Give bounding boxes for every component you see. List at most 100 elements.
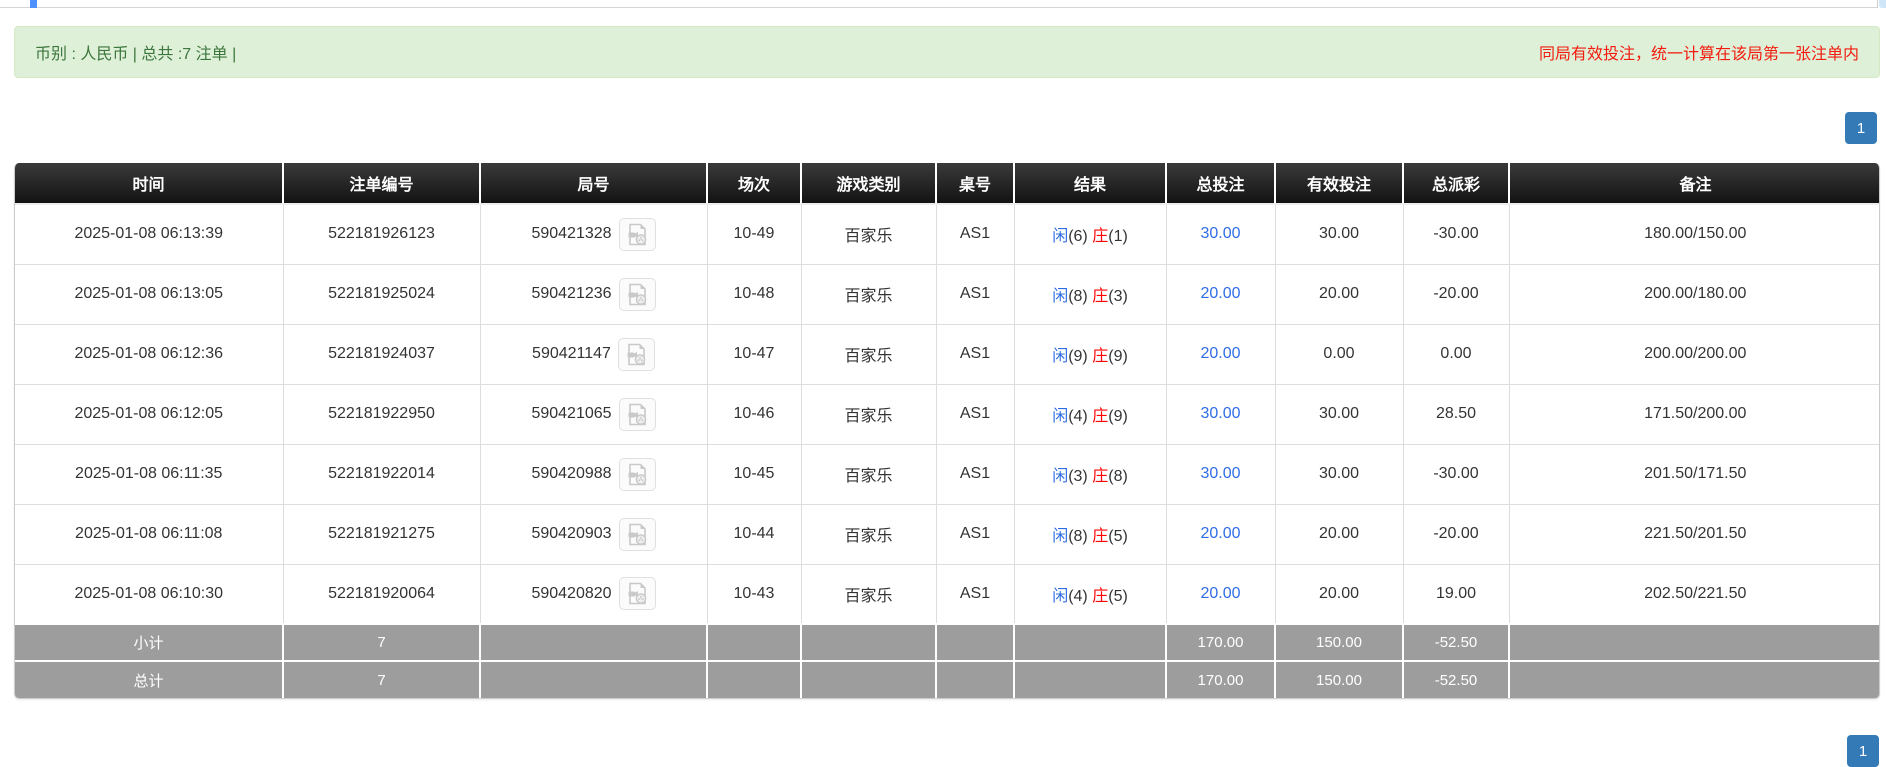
valid-bet-cell: 20.00 — [1275, 504, 1403, 564]
round-no-cell: 590420988 — [480, 444, 707, 504]
player-result-points: (8) — [1068, 288, 1088, 305]
round-no-value: 590421328 — [531, 225, 611, 243]
bet-no-cell: 522181920064 — [283, 564, 480, 624]
payout-cell: -20.00 — [1403, 264, 1509, 324]
total-bet-link[interactable]: 30.00 — [1200, 405, 1240, 422]
total-row: 总计 7 170.00 150.00 -52.50 — [15, 661, 1880, 698]
bet-no-cell: 522181926123 — [283, 204, 480, 264]
valid-bet-cell: 30.00 — [1275, 444, 1403, 504]
banker-result-points: (8) — [1108, 468, 1128, 485]
result-cell: 闲(9) 庄(9) — [1014, 324, 1166, 384]
pagination-page-button-bottom[interactable]: 1 — [1847, 735, 1879, 767]
banker-result-label: 庄 — [1092, 288, 1108, 305]
bet-no-cell: 522181922950 — [283, 384, 480, 444]
time-cell: 2025-01-08 06:10:30 — [15, 564, 283, 624]
banker-result-points: (5) — [1108, 588, 1128, 605]
total-bet-cell: 30.00 — [1166, 444, 1275, 504]
time-cell: 2025-01-08 06:11:35 — [15, 444, 283, 504]
player-result-label: 闲 — [1052, 528, 1068, 545]
round-replay-button[interactable] — [619, 458, 656, 491]
round-replay-button[interactable] — [619, 518, 656, 551]
round-no-cell: 590421065 — [480, 384, 707, 444]
session-cell: 10-47 — [707, 324, 801, 384]
table-row: 2025-01-08 06:13:05 522181925024 5904212… — [15, 264, 1880, 324]
table-no-cell: AS1 — [936, 444, 1014, 504]
banker-result-points: (5) — [1108, 528, 1128, 545]
subtotal-label: 小计 — [15, 624, 283, 661]
total-bet-cell: 20.00 — [1166, 264, 1275, 324]
table-row: 2025-01-08 06:12:36 522181924037 5904211… — [15, 324, 1880, 384]
round-no-cell: 590421328 — [480, 204, 707, 264]
game-type-cell: 百家乐 — [801, 204, 936, 264]
player-result-points: (3) — [1068, 468, 1088, 485]
total-bet-link[interactable]: 30.00 — [1200, 225, 1240, 242]
session-cell: 10-45 — [707, 444, 801, 504]
player-result-label: 闲 — [1052, 408, 1068, 425]
bet-no-cell: 522181921275 — [283, 504, 480, 564]
total-bet-link[interactable]: 20.00 — [1200, 285, 1240, 302]
game-type-cell: 百家乐 — [801, 384, 936, 444]
round-replay-button[interactable] — [619, 398, 656, 431]
scrollbar-corner — [1879, 0, 1886, 8]
bet-no-cell: 522181922014 — [283, 444, 480, 504]
banker-result-label: 庄 — [1092, 528, 1108, 545]
table-row: 2025-01-08 06:12:05 522181922950 5904210… — [15, 384, 1880, 444]
table-row: 2025-01-08 06:10:30 522181920064 5904208… — [15, 564, 1880, 624]
time-cell: 2025-01-08 06:13:39 — [15, 204, 283, 264]
banker-result-label: 庄 — [1092, 348, 1108, 365]
remark-cell: 171.50/200.00 — [1509, 384, 1880, 444]
video-film-icon — [626, 403, 649, 426]
session-cell: 10-44 — [707, 504, 801, 564]
remark-cell: 200.00/180.00 — [1509, 264, 1880, 324]
banker-result-points: (9) — [1108, 348, 1128, 365]
banker-result-label: 庄 — [1092, 468, 1108, 485]
table-no-cell: AS1 — [936, 324, 1014, 384]
total-bet-cell: 20.00 — [1166, 504, 1275, 564]
video-film-icon — [626, 283, 649, 306]
round-no-value: 590421147 — [532, 345, 611, 363]
table-row: 2025-01-08 06:11:08 522181921275 5904209… — [15, 504, 1880, 564]
summary-alert-bar: 币别 : 人民币 | 总共 :7 注单 | 同局有效投注，统一计算在该局第一张注… — [14, 26, 1880, 78]
time-cell: 2025-01-08 06:12:36 — [15, 324, 283, 384]
total-bet-link[interactable]: 20.00 — [1200, 585, 1240, 602]
total-label: 总计 — [15, 661, 283, 698]
player-result-points: (4) — [1068, 588, 1088, 605]
banker-result-label: 庄 — [1092, 588, 1108, 605]
result-cell: 闲(4) 庄(9) — [1014, 384, 1166, 444]
valid-bet-cell: 30.00 — [1275, 384, 1403, 444]
round-replay-button[interactable] — [618, 338, 655, 371]
banker-result-points: (3) — [1108, 288, 1128, 305]
round-replay-button[interactable] — [619, 218, 656, 251]
valid-bet-cell: 20.00 — [1275, 264, 1403, 324]
total-bet-link[interactable]: 20.00 — [1200, 525, 1240, 542]
table-row: 2025-01-08 06:11:35 522181922014 5904209… — [15, 444, 1880, 504]
video-film-icon — [626, 463, 649, 486]
remark-cell: 202.50/221.50 — [1509, 564, 1880, 624]
col-header-session: 场次 — [707, 163, 801, 204]
round-no-cell: 590420820 — [480, 564, 707, 624]
session-cell: 10-46 — [707, 384, 801, 444]
player-result-label: 闲 — [1052, 348, 1068, 365]
remark-cell: 200.00/200.00 — [1509, 324, 1880, 384]
round-no-value: 590420988 — [531, 465, 611, 483]
total-bet-link[interactable]: 20.00 — [1200, 345, 1240, 362]
subtotal-payout: -52.50 — [1403, 624, 1509, 661]
total-bet-link[interactable]: 30.00 — [1200, 465, 1240, 482]
pagination-page-button-top[interactable]: 1 — [1845, 112, 1877, 144]
result-cell: 闲(8) 庄(3) — [1014, 264, 1166, 324]
player-result-label: 闲 — [1052, 468, 1068, 485]
valid-bet-cell: 30.00 — [1275, 204, 1403, 264]
top-cutoff-panel — [0, 0, 1878, 8]
focused-input-edge — [30, 0, 37, 8]
total-payout: -52.50 — [1403, 661, 1509, 698]
round-no-value: 590421236 — [531, 285, 611, 303]
col-header-total-bet: 总投注 — [1166, 163, 1275, 204]
round-no-cell: 590420903 — [480, 504, 707, 564]
total-bet-cell: 30.00 — [1166, 384, 1275, 444]
video-film-icon — [626, 223, 649, 246]
result-cell: 闲(3) 庄(8) — [1014, 444, 1166, 504]
round-replay-button[interactable] — [619, 577, 656, 610]
col-header-bet-no: 注单编号 — [283, 163, 480, 204]
round-no-value: 590420903 — [531, 525, 611, 543]
round-replay-button[interactable] — [619, 278, 656, 311]
